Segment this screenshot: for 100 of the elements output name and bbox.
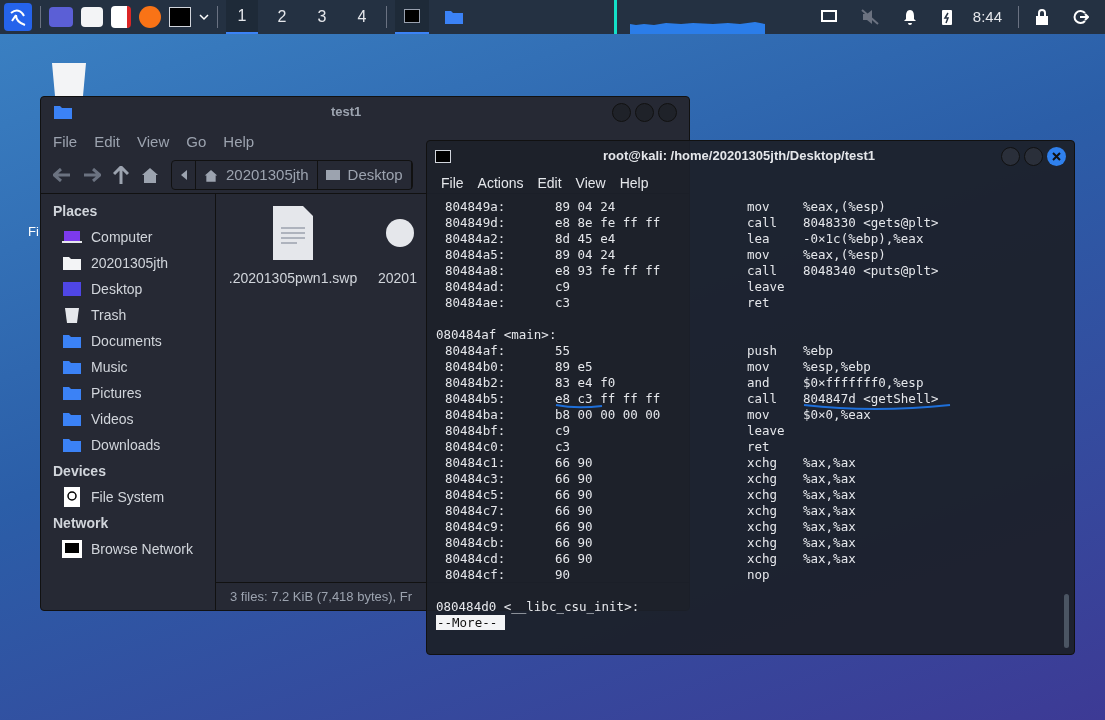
instruction-mnemonic: xchg bbox=[747, 551, 779, 567]
folder-icon bbox=[62, 411, 82, 427]
sidebar-item[interactable]: File System bbox=[53, 484, 203, 510]
sidebar-item[interactable]: Music bbox=[53, 354, 203, 380]
instruction-operands: %ax,%ax bbox=[803, 519, 856, 534]
instruction-operands: %ax,%ax bbox=[803, 535, 856, 550]
instruction-mnemonic: leave bbox=[747, 279, 786, 295]
grid-entry[interactable]: 20201 bbox=[378, 206, 417, 289]
instruction-address: 80484c5: bbox=[444, 487, 507, 503]
path-button[interactable]: Desktop bbox=[317, 161, 412, 189]
workspace-button[interactable]: 1 bbox=[226, 0, 258, 34]
workspace-button[interactable]: 2 bbox=[266, 0, 298, 34]
instruction-mnemonic: xchg bbox=[747, 535, 779, 551]
instruction-operands: -0×1c(%ebp),%eax bbox=[803, 231, 924, 246]
muted-speaker-icon[interactable] bbox=[860, 9, 879, 25]
instruction-mnemonic: xchg bbox=[747, 471, 779, 487]
bell-icon[interactable] bbox=[902, 9, 917, 25]
menu-item[interactable]: Edit bbox=[94, 130, 121, 154]
path-button[interactable]: 20201305jth bbox=[196, 161, 318, 189]
file-name: 20201 bbox=[378, 269, 417, 288]
network-icon[interactable] bbox=[820, 10, 837, 24]
instruction-bytes: e8 8e fe ff ff bbox=[555, 215, 661, 230]
instruction-mnemonic: ret bbox=[747, 439, 771, 455]
menu-item[interactable]: Go bbox=[186, 130, 207, 154]
sidebar-item[interactable]: Desktop bbox=[53, 276, 203, 302]
instruction-mnemonic: mov bbox=[747, 199, 771, 215]
close-button[interactable] bbox=[1047, 146, 1066, 166]
instruction-address: 80484ba: bbox=[444, 407, 507, 423]
instruction-bytes: 66 90 bbox=[555, 551, 593, 566]
menu-item[interactable]: View bbox=[575, 172, 606, 194]
sidebar-item[interactable]: Trash bbox=[53, 302, 203, 328]
window-title: test1 bbox=[331, 103, 362, 122]
menu-item[interactable]: Help bbox=[619, 172, 649, 194]
instruction-bytes: b8 00 00 00 00 bbox=[555, 407, 661, 422]
instruction-address: 80484cd: bbox=[444, 551, 507, 567]
logout-icon[interactable] bbox=[1073, 9, 1089, 25]
browser-launcher[interactable] bbox=[139, 6, 161, 28]
instruction-operands: %eax,(%esp) bbox=[803, 247, 886, 262]
instruction-mnemonic: and bbox=[747, 375, 771, 391]
file-manager-launcher[interactable] bbox=[81, 7, 103, 27]
instruction-address: 80484af: bbox=[444, 343, 507, 359]
instruction-address: 80484c3: bbox=[444, 471, 507, 487]
sidebar-item[interactable]: 20201305jth bbox=[53, 250, 203, 276]
instruction-bytes: 83 e4 f0 bbox=[555, 375, 616, 390]
menu-item[interactable]: View bbox=[137, 130, 170, 154]
instruction-mnemonic: nop bbox=[747, 567, 771, 583]
sidebar-item[interactable]: Videos bbox=[53, 406, 203, 432]
instruction-bytes: 89 04 24 bbox=[555, 247, 616, 262]
sidebar-heading: Network bbox=[53, 514, 110, 533]
terminal-launcher[interactable] bbox=[169, 7, 191, 27]
instruction-bytes: 89 e5 bbox=[555, 359, 593, 374]
sidebar-item[interactable]: Documents bbox=[53, 328, 203, 354]
menu-item[interactable]: Edit bbox=[537, 172, 562, 194]
text-editor-launcher[interactable] bbox=[111, 6, 131, 28]
home-icon bbox=[204, 168, 218, 182]
instruction-address: 80484c7: bbox=[444, 503, 507, 519]
lock-icon[interactable] bbox=[1035, 9, 1049, 25]
back-arrow-icon[interactable] bbox=[53, 168, 71, 182]
folder-icon bbox=[62, 359, 82, 375]
sidebar-item[interactable]: Pictures bbox=[53, 380, 203, 406]
folder-icon bbox=[62, 385, 82, 401]
instruction-operands: $0×fffffff0,%esp bbox=[803, 375, 924, 390]
instruction-mnemonic: xchg bbox=[747, 455, 779, 471]
folder-icon bbox=[53, 104, 73, 120]
task-button[interactable] bbox=[395, 0, 429, 34]
instruction-operands: $0×0,%eax bbox=[803, 407, 871, 422]
instruction-mnemonic: mov bbox=[747, 407, 771, 423]
sidebar-item[interactable]: Browse Network bbox=[53, 536, 203, 562]
menu-item[interactable]: Actions bbox=[477, 172, 524, 194]
instruction-address: 80484c9: bbox=[444, 519, 507, 535]
pager-prompt: --More-- bbox=[436, 615, 506, 630]
clock[interactable]: 8:44 bbox=[972, 5, 1002, 29]
instruction-address: 804849d: bbox=[444, 215, 507, 231]
chevron-down-icon[interactable] bbox=[199, 13, 209, 21]
sidebar-item[interactable]: Downloads bbox=[53, 432, 203, 458]
document-icon bbox=[271, 206, 315, 260]
workspace-button[interactable]: 3 bbox=[306, 0, 338, 34]
battery-icon[interactable] bbox=[940, 8, 953, 26]
instruction-operands: %ax,%ax bbox=[803, 487, 856, 502]
app-menu-button[interactable] bbox=[4, 3, 32, 31]
scrollbar-thumb[interactable] bbox=[1063, 594, 1069, 648]
up-arrow-icon[interactable] bbox=[113, 166, 129, 184]
desktop-icon-label[interactable]: Fi bbox=[28, 222, 39, 242]
folder-icon bbox=[444, 9, 464, 25]
workspace-button[interactable]: 4 bbox=[346, 0, 378, 34]
menu-item[interactable]: Help bbox=[223, 130, 255, 154]
instruction-bytes: c9 bbox=[555, 423, 571, 438]
instruction-operands: %ebp bbox=[803, 343, 834, 358]
instruction-bytes: 89 04 24 bbox=[555, 199, 616, 214]
forward-arrow-icon[interactable] bbox=[83, 168, 101, 182]
instruction-bytes: e8 93 fe ff ff bbox=[555, 263, 661, 278]
sidebar-item[interactable]: Computer bbox=[53, 224, 203, 250]
grid-entry[interactable]: .20201305pwn1.swp bbox=[226, 206, 360, 289]
window-title: root@kali: /home/20201305jth/Desktop/test1 bbox=[603, 147, 876, 166]
instruction-address: 80484cf: bbox=[444, 567, 507, 583]
home-icon[interactable] bbox=[141, 167, 159, 183]
menu-item[interactable]: File bbox=[441, 172, 464, 194]
menu-item[interactable]: File bbox=[53, 130, 78, 154]
instruction-bytes: c3 bbox=[555, 295, 571, 310]
instruction-bytes: 66 90 bbox=[555, 503, 593, 518]
